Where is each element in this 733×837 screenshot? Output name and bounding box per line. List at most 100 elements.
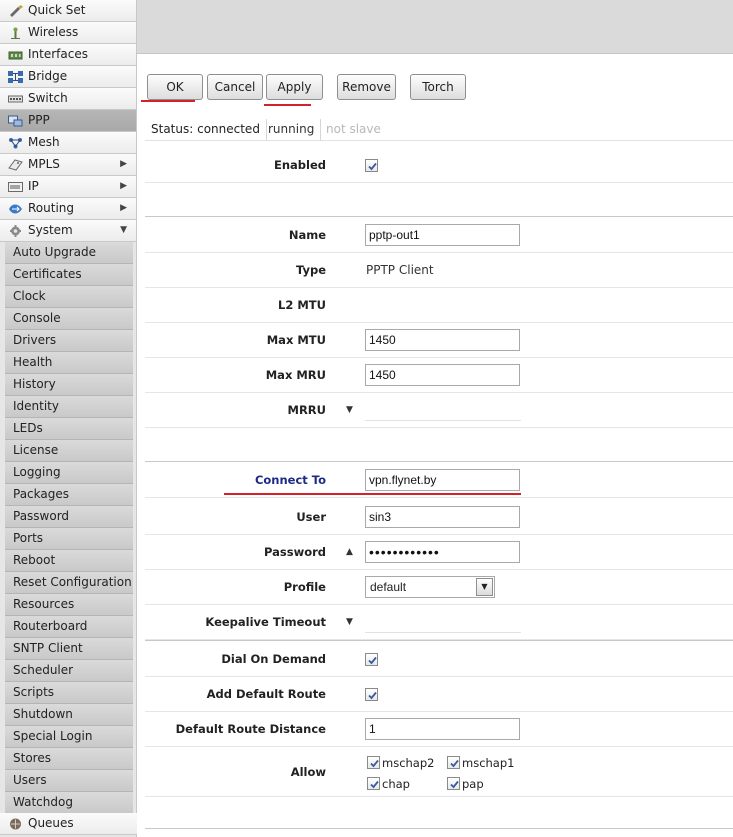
submenu-item-users[interactable]: Users [5, 770, 133, 792]
sidebar-item-queues[interactable]: Queues [0, 813, 137, 835]
sidebar-item-bridge[interactable]: Bridge [0, 66, 136, 88]
submenu-item-password[interactable]: Password [5, 506, 133, 528]
submenu-item-routerboard[interactable]: Routerboard [5, 616, 133, 638]
submenu-item-special-login[interactable]: Special Login [5, 726, 133, 748]
checkmark-icon [370, 759, 379, 768]
submenu-item-resources[interactable]: Resources [5, 594, 133, 616]
submenu-item-clock[interactable]: Clock [5, 286, 133, 308]
sidebar-item-system[interactable]: System ▼ [0, 220, 136, 242]
password-label: Password [264, 545, 326, 559]
submenu-item-auto-upgrade[interactable]: Auto Upgrade [5, 242, 133, 264]
sidebar-item-routing[interactable]: Routing ▶ [0, 198, 136, 220]
allow-chap-checkbox[interactable]: chap [367, 776, 447, 792]
allow-pap-checkbox[interactable]: pap [447, 776, 527, 792]
user-input[interactable] [365, 506, 520, 528]
row-default-route-distance: Default Route Distance [145, 712, 733, 747]
submenu-item-drivers[interactable]: Drivers [5, 330, 133, 352]
max-mtu-input[interactable] [365, 329, 520, 351]
submenu-item-watchdog[interactable]: Watchdog [5, 792, 133, 814]
sidebar-item-label: PPP [28, 113, 50, 127]
sidebar-item-label: Queues [28, 816, 74, 830]
submenu-item-ports[interactable]: Ports [5, 528, 133, 550]
submenu-item-console[interactable]: Console [5, 308, 133, 330]
submenu-item-packages[interactable]: Packages [5, 484, 133, 506]
max-mru-input[interactable] [365, 364, 520, 386]
routing-icon [9, 204, 22, 214]
sidebar-item-mpls[interactable]: MPLS ▶ [0, 154, 136, 176]
status-text: Status: connected [145, 119, 267, 141]
sidebar-item-wireless[interactable]: Wireless [0, 22, 136, 44]
enabled-checkbox[interactable] [365, 159, 378, 172]
checkmark-icon [450, 780, 459, 789]
submenu-item-history[interactable]: History [5, 374, 133, 396]
allow-mschap2-checkbox[interactable]: mschap2 [367, 755, 447, 771]
submenu-item-scheduler[interactable]: Scheduler [5, 660, 133, 682]
remove-button[interactable]: Remove [337, 74, 396, 100]
row-name: Name [145, 218, 733, 253]
ppp-icon [8, 115, 23, 127]
mrru-label: MRRU [287, 403, 327, 417]
row-profile: Profile default ▼ [145, 570, 733, 605]
chevron-right-icon: ▶ [120, 181, 127, 191]
sidebar-item-label: IP [28, 179, 39, 193]
apply-button[interactable]: Apply [266, 74, 323, 100]
default-route-distance-input[interactable] [365, 718, 520, 740]
submenu-item-license[interactable]: License [5, 440, 133, 462]
mrru-empty-value [365, 420, 521, 421]
cancel-button[interactable]: Cancel [207, 74, 263, 100]
type-value: PPTP Client [366, 263, 434, 277]
allow-mschap1-checkbox[interactable]: mschap1 [447, 755, 527, 771]
sidebar-item-interfaces[interactable]: Interfaces [0, 44, 136, 66]
row-dial-on-demand: Dial On Demand [145, 642, 733, 677]
row-mrru: MRRU ▼ [145, 393, 733, 428]
enabled-label: Enabled [273, 158, 326, 172]
queues-icon [10, 818, 21, 830]
annotation-underline-apply [264, 104, 311, 106]
l2-mtu-label: L2 MTU [278, 298, 326, 312]
connect-to-input[interactable] [365, 469, 520, 491]
add-default-route-checkbox[interactable] [365, 688, 378, 701]
system-submenu: Auto Upgrade Certificates Clock Console … [5, 242, 133, 814]
dial-on-demand-label: Dial On Demand [221, 652, 326, 666]
submenu-item-reset-configuration[interactable]: Reset Configuration [5, 572, 133, 594]
sidebar-item-ip[interactable]: IP ▶ [0, 176, 136, 198]
checkmark-icon [370, 780, 379, 789]
mesh-icon [9, 138, 22, 149]
name-label: Name [288, 228, 326, 242]
submenu-item-leds[interactable]: LEDs [5, 418, 133, 440]
submenu-item-certificates[interactable]: Certificates [5, 264, 133, 286]
submenu-item-logging[interactable]: Logging [5, 462, 133, 484]
profile-label: Profile [283, 580, 326, 594]
section-divider [145, 828, 733, 829]
checkmark-icon [368, 162, 377, 171]
sidebar-item-ppp[interactable]: PPP [0, 110, 136, 132]
ok-button[interactable]: OK [147, 74, 203, 100]
collapse-up-icon[interactable]: ▲ [346, 535, 353, 570]
dropdown-arrow-icon[interactable]: ▼ [476, 578, 493, 596]
status-bar: Status: connected running not slave [145, 119, 733, 141]
dial-on-demand-checkbox[interactable] [365, 653, 378, 666]
allow-option-label: mschap2 [382, 756, 435, 770]
submenu-item-stores[interactable]: Stores [5, 748, 133, 770]
sidebar-item-mesh[interactable]: Mesh [0, 132, 136, 154]
submenu-item-scripts[interactable]: Scripts [5, 682, 133, 704]
submenu-item-sntp-client[interactable]: SNTP Client [5, 638, 133, 660]
expand-down-icon[interactable]: ▼ [346, 605, 353, 640]
running-status: running [262, 119, 322, 141]
name-input[interactable] [365, 224, 520, 246]
profile-select[interactable]: default ▼ [365, 576, 495, 598]
submenu-item-shutdown[interactable]: Shutdown [5, 704, 133, 726]
submenu-item-health[interactable]: Health [5, 352, 133, 374]
submenu-item-reboot[interactable]: Reboot [5, 550, 133, 572]
sidebar-item-quick-set[interactable]: Quick Set [0, 0, 136, 22]
submenu-item-identity[interactable]: Identity [5, 396, 133, 418]
max-mtu-label: Max MTU [266, 333, 326, 347]
sidebar-item-label: Switch [28, 91, 68, 105]
torch-button[interactable]: Torch [410, 74, 466, 100]
allow-option-label: chap [382, 777, 410, 791]
row-enabled: Enabled [145, 148, 733, 183]
expand-down-icon[interactable]: ▼ [346, 393, 353, 428]
password-input[interactable] [365, 541, 520, 563]
sidebar-item-switch[interactable]: Switch [0, 88, 136, 110]
row-max-mru: Max MRU [145, 358, 733, 393]
